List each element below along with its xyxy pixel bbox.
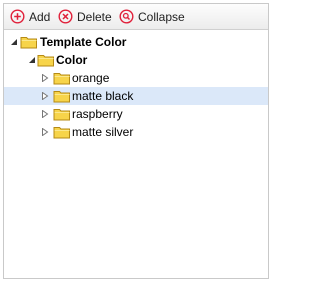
- tree-node-label: orange: [72, 71, 110, 85]
- folder-icon: [37, 55, 54, 67]
- toolbar: Add Delete Collapse: [4, 4, 268, 30]
- tree-node-label: Color: [56, 53, 88, 67]
- tree-node-matte-silver[interactable]: matte silver: [4, 123, 268, 141]
- collapse-label: Collapse: [138, 9, 185, 24]
- folder-icon: [53, 91, 70, 103]
- tree-node-label: matte silver: [72, 125, 134, 139]
- collapse-icon: [119, 9, 134, 24]
- tree-node-color[interactable]: Color: [4, 51, 268, 69]
- add-button[interactable]: Add: [10, 8, 50, 25]
- collapsed-arrow-icon[interactable]: [41, 128, 49, 136]
- tree-panel: Add Delete Collapse Template Color Color…: [3, 3, 269, 279]
- tree-node-template-color[interactable]: Template Color: [4, 33, 268, 51]
- delete-icon: [58, 9, 73, 24]
- delete-label: Delete: [77, 9, 112, 24]
- tree-node-matte-black[interactable]: matte black: [4, 87, 268, 105]
- tree-node-raspberry[interactable]: raspberry: [4, 105, 268, 123]
- folder-icon: [20, 37, 37, 49]
- delete-button[interactable]: Delete: [58, 8, 112, 25]
- folder-icon: [53, 109, 70, 121]
- expanded-arrow-icon[interactable]: [10, 38, 18, 46]
- tree-node-label: Template Color: [40, 35, 127, 49]
- collapsed-arrow-icon[interactable]: [41, 74, 49, 82]
- expanded-arrow-icon[interactable]: [28, 56, 36, 64]
- collapse-button[interactable]: Collapse: [119, 8, 185, 25]
- collapsed-arrow-icon[interactable]: [41, 92, 49, 100]
- tree-node-orange[interactable]: orange: [4, 69, 268, 87]
- folder-icon: [53, 127, 70, 139]
- collapsed-arrow-icon[interactable]: [41, 110, 49, 118]
- add-icon: [10, 9, 25, 24]
- tree-node-label: raspberry: [72, 107, 123, 121]
- tree-node-label: matte black: [72, 89, 134, 103]
- add-label: Add: [29, 9, 51, 24]
- folder-icon: [53, 73, 70, 85]
